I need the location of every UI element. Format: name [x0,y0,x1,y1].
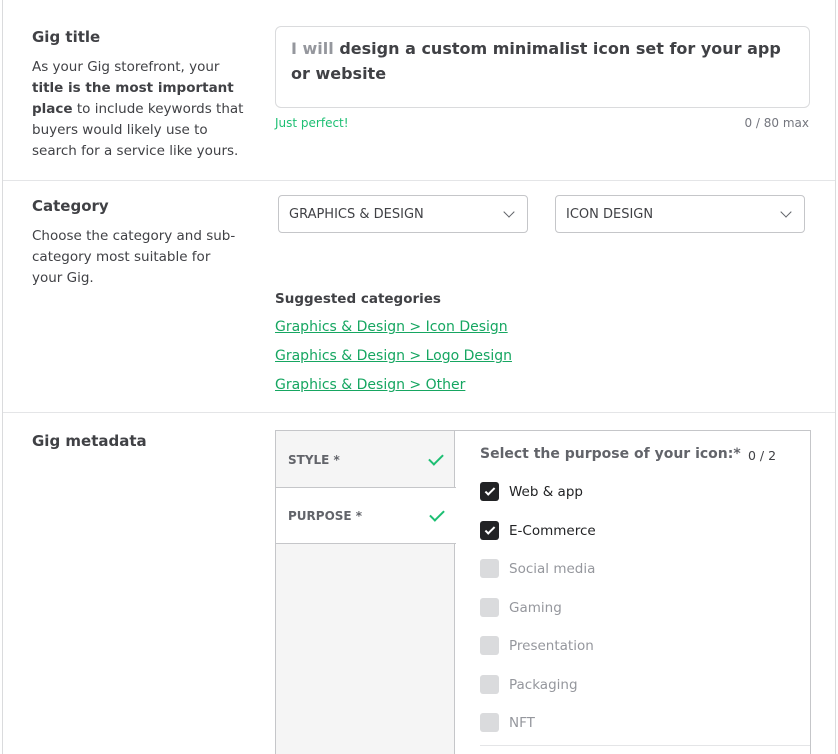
option-label: NFT [509,714,535,731]
gig-title-prefix: I will [291,39,334,58]
tab-purpose[interactable]: PURPOSE * [276,487,456,544]
gig-overview-form: Gig title As your Gig storefront, your t… [2,0,836,754]
metadata-tabs: STYLE * PURPOSE * [276,431,456,754]
gig-title-hint: Just perfect! [275,116,349,130]
tab-style-label: STYLE * [288,452,340,467]
gig-title-desc-text: As your Gig storefront, your [32,59,220,75]
purpose-option-web-app[interactable]: Web & app [480,482,583,501]
option-label: Packaging [509,676,578,693]
checkbox-disabled[interactable] [480,636,499,655]
gig-title-counter: 0 / 80 max [744,116,809,130]
checkmark-icon [429,505,445,522]
checkbox-disabled[interactable] [480,675,499,694]
checkbox-checked[interactable] [480,521,499,540]
option-label: Gaming [509,599,562,616]
suggested-category-link[interactable]: Graphics & Design > Other [275,377,465,393]
section-divider [3,412,835,413]
gig-title-heading: Gig title [32,28,101,46]
purpose-question: Select the purpose of your icon:* [480,446,741,462]
checkbox-checked[interactable] [480,482,499,501]
option-label: Web & app [509,483,583,500]
gig-title-value: design a custom minimalist icon set for … [291,39,781,83]
checkmark-icon [428,449,444,466]
purpose-option-presentation[interactable]: Presentation [480,636,594,655]
purpose-option-packaging[interactable]: Packaging [480,675,578,694]
purpose-option-ecommerce[interactable]: E-Commerce [480,521,596,540]
subcategory-select-value: ICON DESIGN [566,206,654,222]
section-divider [3,180,835,181]
purpose-option-gaming[interactable]: Gaming [480,598,562,617]
check-icon [484,523,495,535]
suggested-category-link[interactable]: Graphics & Design > Icon Design [275,319,508,335]
option-label: Presentation [509,637,594,654]
metadata-panel: STYLE * PURPOSE * Select the purpose of … [275,430,811,754]
checkbox-disabled[interactable] [480,713,499,732]
subcategory-select[interactable]: ICON DESIGN [555,195,805,233]
chevron-down-icon [780,206,792,218]
category-select[interactable]: GRAPHICS & DESIGN [278,195,528,233]
suggested-category-link[interactable]: Graphics & Design > Logo Design [275,348,512,364]
option-label: E-Commerce [509,522,596,539]
category-select-value: GRAPHICS & DESIGN [289,206,424,222]
check-icon [484,484,495,496]
suggested-categories-title: Suggested categories [275,291,441,307]
checkbox-disabled[interactable] [480,598,499,617]
purpose-option-nft[interactable]: NFT [480,713,535,732]
purpose-option-social-media[interactable]: Social media [480,559,595,578]
gig-title-input[interactable]: I will design a custom minimalist icon s… [275,26,810,108]
tab-purpose-label: PURPOSE * [288,508,363,523]
option-label: Social media [509,560,596,577]
options-divider [480,745,810,746]
category-heading: Category [32,197,109,215]
checkbox-disabled[interactable] [480,559,499,578]
category-description: Choose the category and sub-category mos… [32,228,236,286]
tab-style[interactable]: STYLE * [276,431,455,488]
gig-metadata-heading: Gig metadata [32,432,147,450]
chevron-down-icon [503,206,515,218]
purpose-counter: 0 / 2 [748,448,777,463]
gig-title-description: As your Gig storefront, your title is th… [32,57,247,162]
